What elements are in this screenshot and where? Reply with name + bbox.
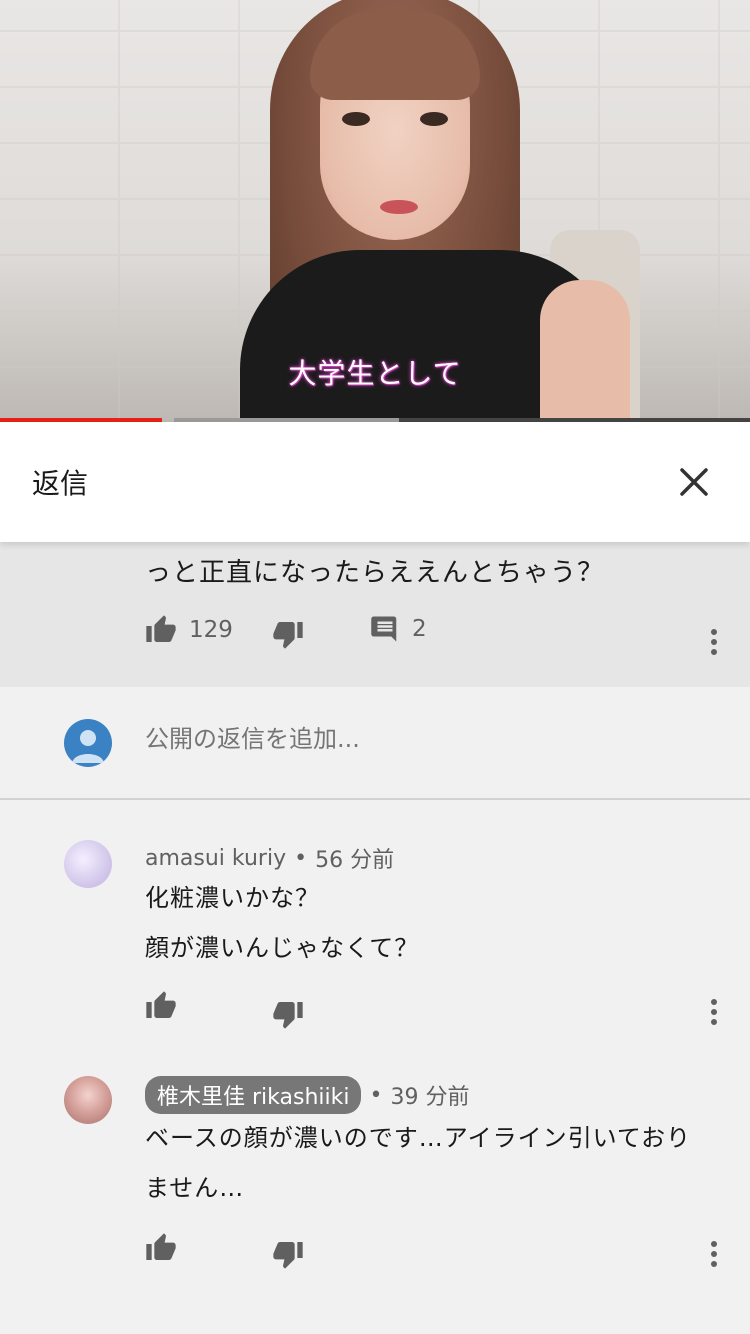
- reply-text-line: 顔が濃いんじゃなくて？: [145, 934, 420, 962]
- more-vert-icon: [711, 629, 717, 655]
- add-reply-row: [0, 687, 750, 800]
- more-options-button[interactable]: [700, 624, 728, 664]
- like-count: 129: [189, 617, 233, 643]
- reply-author[interactable]: amasui kuriy: [145, 846, 286, 871]
- thumb-down-icon: [273, 1002, 303, 1029]
- reply-text-line: ません…: [145, 1174, 245, 1202]
- reply-avatar[interactable]: [64, 1076, 112, 1124]
- add-reply-input[interactable]: [145, 725, 705, 753]
- reply-meta: amasui kuriy • 56 分前: [145, 842, 394, 874]
- dislike-button[interactable]: [272, 998, 304, 1030]
- more-options-button[interactable]: [700, 994, 728, 1034]
- thumb-down-icon: [273, 1242, 303, 1269]
- header-title: 返信: [32, 467, 89, 500]
- reply-text-line: 化粧濃いかな？: [145, 884, 320, 912]
- video-player[interactable]: 大学生として: [0, 0, 750, 422]
- like-button[interactable]: [145, 1232, 177, 1264]
- reply-author-chip[interactable]: 椎木里佳 rikashiiki: [145, 1076, 362, 1114]
- reply-meta: 椎木里佳 rikashiiki • 39 分前: [145, 1076, 469, 1114]
- thumb-up-icon: [146, 991, 176, 1018]
- close-button[interactable]: [670, 458, 718, 506]
- replies-header: 返信: [0, 422, 750, 542]
- reply-text-line: ベースの顔が濃いのです…アイライン引いており: [145, 1124, 692, 1152]
- more-vert-icon: [711, 1241, 717, 1267]
- parent-actions: 129 2: [0, 614, 750, 664]
- video-caption: 大学生として: [288, 357, 462, 390]
- comment-icon: [371, 616, 397, 642]
- reply-time: 39 分前: [390, 1085, 470, 1110]
- thumb-down-icon: [273, 622, 303, 649]
- reply-avatar[interactable]: [64, 840, 112, 888]
- reply-actions: [0, 1232, 750, 1282]
- parent-comment-text: っと正直になったらええんとちゃう？: [145, 558, 605, 588]
- thumb-up-icon: [146, 1233, 176, 1260]
- reply-count: 2: [412, 616, 427, 642]
- reply-actions: [0, 990, 750, 1040]
- thumb-up-icon: [146, 615, 176, 642]
- avatar-icon: [72, 730, 104, 763]
- reply-time: 56 分前: [315, 848, 395, 873]
- more-vert-icon: [711, 999, 717, 1025]
- like-button[interactable]: [145, 990, 177, 1022]
- dislike-button[interactable]: [272, 1238, 304, 1270]
- meta-separator: •: [294, 845, 308, 871]
- user-avatar: [64, 719, 112, 767]
- dislike-button[interactable]: [272, 618, 304, 650]
- like-button[interactable]: 129: [145, 614, 233, 646]
- parent-comment: っと正直になったらええんとちゃう？ 129 2: [0, 542, 750, 687]
- more-options-button[interactable]: [700, 1236, 728, 1276]
- meta-separator: •: [369, 1082, 383, 1108]
- reply-count-button[interactable]: 2: [370, 614, 427, 644]
- close-icon: [680, 468, 708, 496]
